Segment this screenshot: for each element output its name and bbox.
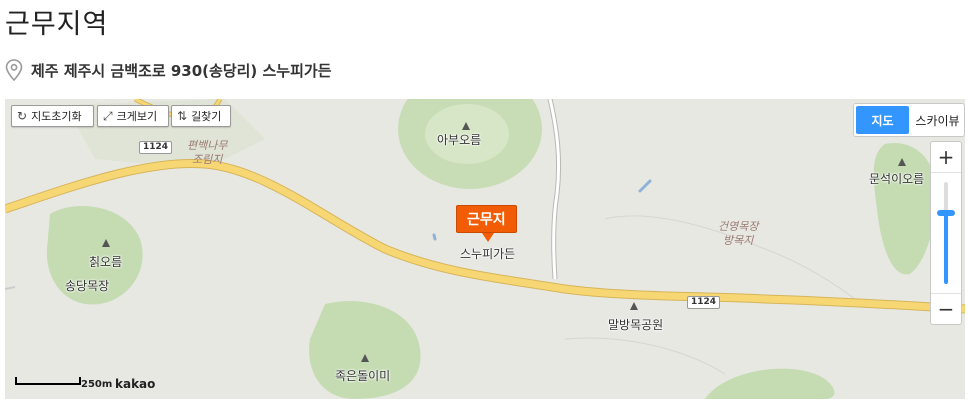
peak-icon <box>102 239 110 247</box>
zoom-in-button[interactable]: + <box>931 142 961 173</box>
swap-arrows-icon: ⇅ <box>177 109 188 123</box>
kakao-logo: kakao <box>115 377 156 391</box>
expand-icon: ⤢ <box>103 108 113 123</box>
zoom-slider-handle[interactable] <box>937 210 955 216</box>
refresh-icon: ↻ <box>17 109 28 123</box>
place-geonyeong-line1: 건영목장 <box>718 220 759 233</box>
place-munseok-oreum: 문석이오름 <box>869 172 925 186</box>
map-view[interactable]: 아부오름 칡오름 송당목장 스누피가든 말방목공원 족은돌이미 문석이오름 편백… <box>5 99 965 399</box>
address-text: 제주 제주시 금백조로 930(송당리) 스누피가든 <box>31 61 332 80</box>
scale-bar <box>15 377 81 385</box>
enlarge-map-label: 크게보기 <box>116 110 158 123</box>
address-row: 제주 제주시 금백조로 930(송당리) 스누피가든 <box>5 58 332 82</box>
zoom-slider-fill <box>944 213 948 284</box>
place-songdang-ranch: 송당목장 <box>65 279 110 293</box>
peak-icon <box>462 122 470 130</box>
place-pyeonbaek-line1: 편백나무 <box>187 139 228 152</box>
road-badge-1124: 1124 <box>139 141 173 154</box>
map-type-skyview-button[interactable]: 스카이뷰 <box>911 104 964 136</box>
road-badge-1124: 1124 <box>687 296 721 309</box>
place-pyeonbaek: 편백나무 조림지 <box>187 139 227 167</box>
zoom-out-button[interactable]: − <box>931 293 961 324</box>
marker-label: 근무지 <box>456 205 517 233</box>
reset-map-button[interactable]: ↻ 지도초기화 <box>11 105 94 127</box>
place-chikoreum: 칡오름 <box>89 255 123 269</box>
map-pin-icon <box>5 59 23 81</box>
page-title: 근무지역 <box>5 9 109 40</box>
map-type-map-button[interactable]: 지도 <box>856 106 909 134</box>
peak-icon <box>898 158 906 166</box>
reset-map-label: 지도초기화 <box>31 110 82 123</box>
directions-label: 길찾기 <box>191 110 222 123</box>
place-pyeonbaek-line2: 조림지 <box>192 153 223 166</box>
place-aburoreum: 아부오름 <box>437 133 482 147</box>
workplace-marker[interactable]: 근무지 <box>456 205 517 242</box>
place-jokeun-dolmi: 족은돌이미 <box>335 369 391 383</box>
enlarge-map-button[interactable]: ⤢ 크게보기 <box>97 105 169 127</box>
scale-label: 250m <box>81 379 113 390</box>
map-type-toggle: 지도 스카이뷰 <box>853 103 965 137</box>
marker-pointer-icon <box>482 233 494 242</box>
place-geonyeong-line2: 방목지 <box>723 234 754 247</box>
zoom-control: + − <box>930 141 962 325</box>
directions-button[interactable]: ⇅ 길찾기 <box>171 105 231 127</box>
place-snoopy-garden: 스누피가든 <box>460 247 516 261</box>
place-geonyeong: 건영목장 방목지 <box>718 220 758 248</box>
place-malbang-park: 말방목공원 <box>608 318 664 332</box>
tree-icon <box>630 302 638 310</box>
zoom-slider-track[interactable] <box>944 182 948 284</box>
peak-icon <box>361 354 369 362</box>
